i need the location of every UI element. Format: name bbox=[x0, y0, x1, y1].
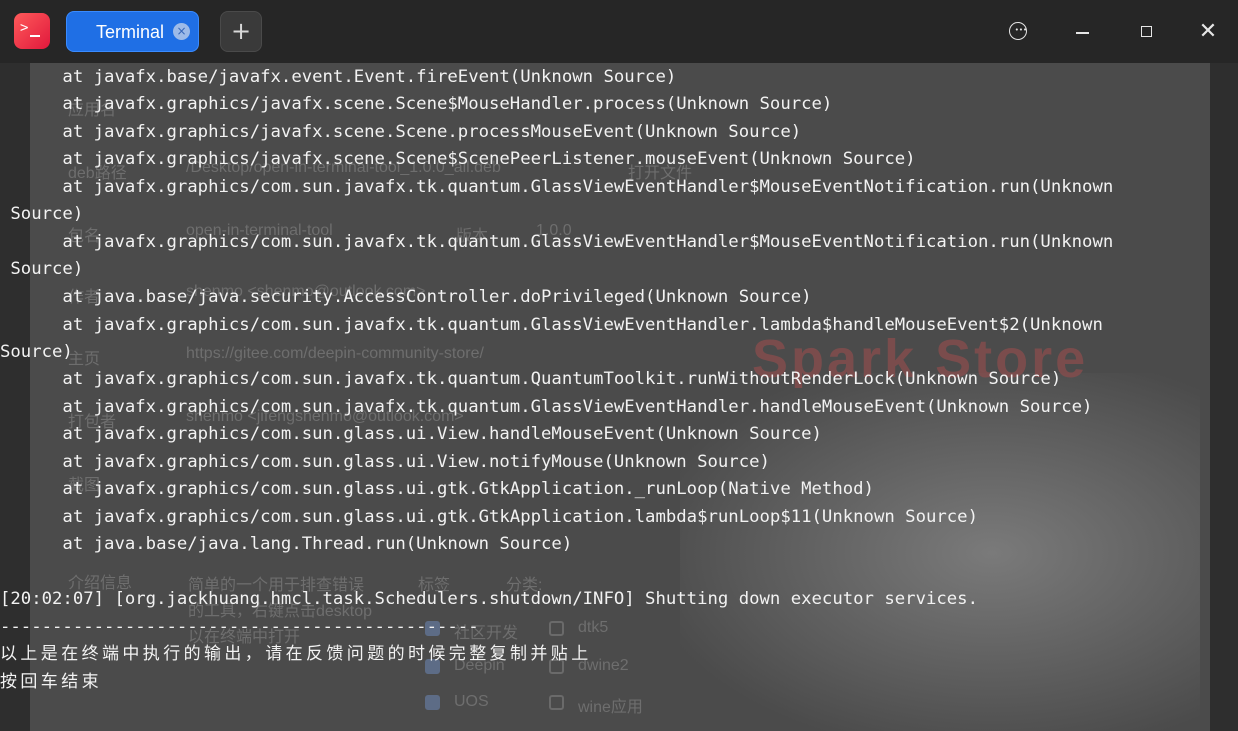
terminal-app-icon: > bbox=[14, 13, 50, 49]
terminal-line: Source) bbox=[0, 204, 84, 224]
minimize-button[interactable] bbox=[1064, 14, 1100, 50]
maximize-button[interactable] bbox=[1128, 14, 1164, 50]
terminal-view[interactable]: Spark Store 应用名 deb路径 /Desktop/open-in-t… bbox=[0, 63, 1238, 731]
menu-dots: ••• bbox=[1014, 26, 1028, 34]
terminal-output[interactable]: at javafx.base/javafx.event.Event.fireEv… bbox=[0, 63, 1238, 731]
terminal-line: at javafx.graphics/javafx.scene.Scene$Sc… bbox=[0, 149, 916, 169]
add-tab-button[interactable]: + bbox=[220, 11, 262, 52]
minimize-icon bbox=[1076, 32, 1089, 34]
terminal-line: at javafx.graphics/com.sun.glass.ui.gtk.… bbox=[0, 507, 978, 527]
terminal-line: 按回车结束 bbox=[0, 672, 102, 692]
tab-label: Terminal bbox=[96, 22, 165, 42]
maximize-icon bbox=[1141, 26, 1152, 37]
terminal-line: at javafx.graphics/com.sun.javafx.tk.qua… bbox=[0, 369, 1062, 389]
terminal-line: at java.base/java.security.AccessControl… bbox=[0, 287, 812, 307]
terminal-line: at javafx.graphics/javafx.scene.Scene$Mo… bbox=[0, 94, 833, 114]
terminal-line: Source) bbox=[0, 342, 73, 362]
terminal-line: at javafx.graphics/com.sun.javafx.tk.qua… bbox=[0, 397, 1093, 417]
terminal-line: at javafx.graphics/com.sun.glass.ui.View… bbox=[0, 452, 770, 472]
tab-terminal[interactable]: Terminal × bbox=[66, 11, 199, 52]
terminal-line: at java.base/java.lang.Thread.run(Unknow… bbox=[0, 534, 573, 554]
terminal-line: at javafx.graphics/com.sun.javafx.tk.qua… bbox=[0, 315, 1103, 335]
tab-close-icon[interactable]: × bbox=[173, 23, 190, 40]
terminal-line: [20:02:07] [org.jackhuang.hmcl.task.Sche… bbox=[0, 589, 978, 609]
terminal-line: at javafx.base/javafx.event.Event.fireEv… bbox=[0, 67, 677, 87]
terminal-line: at javafx.graphics/com.sun.glass.ui.gtk.… bbox=[0, 479, 874, 499]
more-menu-button[interactable]: ••• bbox=[1002, 14, 1038, 50]
terminal-line: at javafx.graphics/javafx.scene.Scene.pr… bbox=[0, 122, 802, 142]
close-button[interactable]: ✕ bbox=[1190, 14, 1226, 50]
terminal-line: ----------------------------------------… bbox=[0, 617, 479, 637]
terminal-line: at javafx.graphics/com.sun.glass.ui.View… bbox=[0, 424, 822, 444]
terminal-line: at javafx.graphics/com.sun.javafx.tk.qua… bbox=[0, 177, 1114, 197]
terminal-line: Source) bbox=[0, 259, 84, 279]
terminal-line: 以上是在终端中执行的输出，请在反馈问题的时候完整复制并贴上 bbox=[0, 644, 592, 664]
title-bar: > Terminal × + ••• ✕ bbox=[0, 0, 1238, 63]
terminal-line: at javafx.graphics/com.sun.javafx.tk.qua… bbox=[0, 232, 1114, 252]
